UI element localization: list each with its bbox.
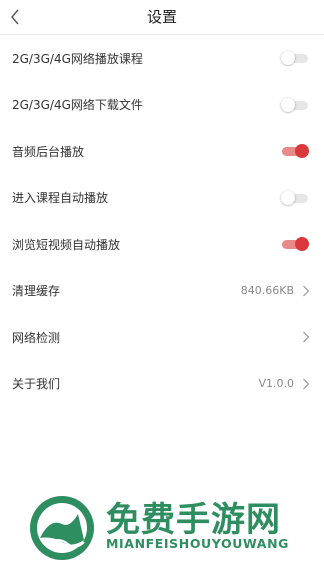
setting-label: 进入课程自动播放 bbox=[12, 191, 109, 206]
toggle-switch[interactable] bbox=[281, 97, 308, 112]
setting-label: 关于我们 bbox=[12, 377, 61, 392]
toggle-switch[interactable] bbox=[282, 144, 309, 159]
setting-label: 2G/3G/4G网络下载文件 bbox=[12, 98, 143, 113]
chevron-right-icon bbox=[302, 377, 310, 391]
toggle-switch[interactable] bbox=[282, 237, 309, 252]
setting-row-short-video-autoplay: 浏览短视频自动播放 bbox=[0, 221, 324, 268]
watermark-text-en: MIANFEISHOUYOUWANG bbox=[106, 536, 289, 551]
setting-row-about[interactable]: 关于我们 V1.0.0 bbox=[0, 361, 324, 408]
watermark-logo-icon bbox=[30, 496, 94, 560]
setting-row-network-check[interactable]: 网络检测 bbox=[0, 314, 324, 361]
setting-label: 网络检测 bbox=[12, 330, 61, 345]
watermark-text-cn: 免费手游网 bbox=[106, 500, 281, 540]
toggle-switch[interactable] bbox=[281, 190, 308, 205]
setting-row-cellular-play: 2G/3G/4G网络播放课程 bbox=[0, 35, 324, 82]
setting-row-clear-cache[interactable]: 清理缓存 840.66KB bbox=[0, 268, 324, 315]
chevron-right-icon bbox=[302, 284, 310, 298]
setting-label: 音频后台播放 bbox=[12, 144, 85, 159]
settings-list: 2G/3G/4G网络播放课程 2G/3G/4G网络下载文件 音频后台播放 进入课… bbox=[0, 35, 324, 407]
top-bar: 设置 bbox=[0, 0, 324, 35]
setting-row-course-autoplay: 进入课程自动播放 bbox=[0, 175, 324, 222]
setting-label: 浏览短视频自动播放 bbox=[12, 237, 121, 252]
setting-row-background-audio: 音频后台播放 bbox=[0, 128, 324, 175]
cache-size-value: 840.66KB bbox=[240, 284, 294, 298]
watermark: 免费手游网 MIANFEISHOUYOUWANG bbox=[28, 492, 318, 572]
page-title: 设置 bbox=[146, 8, 177, 26]
setting-row-cellular-download: 2G/3G/4G网络下载文件 bbox=[0, 82, 324, 129]
toggle-switch[interactable] bbox=[281, 51, 308, 66]
chevron-right-icon bbox=[302, 330, 310, 344]
setting-label: 2G/3G/4G网络播放课程 bbox=[12, 51, 143, 66]
setting-label: 清理缓存 bbox=[12, 284, 61, 299]
version-value: V1.0.0 bbox=[258, 377, 294, 391]
